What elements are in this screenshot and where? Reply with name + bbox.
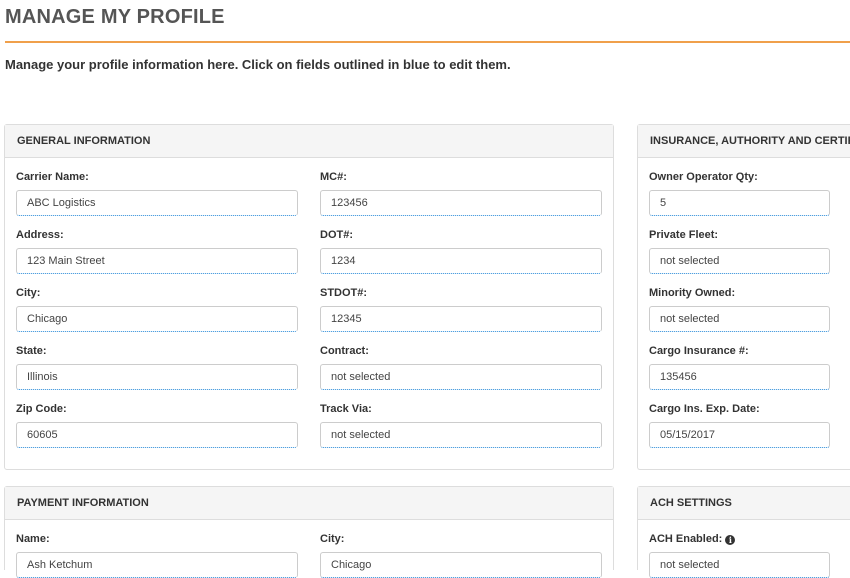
dot-number-field: DOT#: 1234: [320, 228, 602, 274]
carrier-name-field: Carrier Name: ABC Logistics: [16, 170, 298, 216]
payment-city-field: City: Chicago: [320, 532, 602, 578]
payment-name-field: Name: Ash Ketchum: [16, 532, 298, 578]
cargo-insurance-input[interactable]: 135456: [649, 364, 830, 390]
ach-settings-panel: ACH SETTINGS ACH Enabled: i not selected: [637, 486, 850, 578]
ach-enabled-field: ACH Enabled: i not selected: [649, 532, 830, 578]
ach-enabled-select[interactable]: not selected: [649, 552, 830, 578]
state-input[interactable]: Illinois: [16, 364, 298, 390]
city-input[interactable]: Chicago: [16, 306, 298, 332]
carrier-name-input[interactable]: ABC Logistics: [16, 190, 298, 216]
city-field: City: Chicago: [16, 286, 298, 332]
panel-heading: PAYMENT INFORMATION: [5, 487, 613, 520]
cargo-insurance-field: Cargo Insurance #: 135456: [649, 344, 830, 390]
field-label: ACH Enabled: i: [649, 532, 830, 546]
field-label: Cargo Insurance #:: [649, 345, 749, 357]
address-field: Address: 123 Main Street: [16, 228, 298, 274]
state-field: State: Illinois: [16, 344, 298, 390]
field-label: STDOT#:: [320, 287, 368, 299]
field-label: State:: [16, 345, 47, 357]
field-label: Carrier Name:: [16, 171, 89, 183]
minority-owned-field: Minority Owned: not selected: [649, 286, 830, 332]
panel-heading: GENERAL INFORMATION: [5, 125, 613, 158]
minority-owned-select[interactable]: not selected: [649, 306, 830, 332]
owner-operator-qty-field: Owner Operator Qty: 5: [649, 170, 830, 216]
track-via-field: Track Via: not selected: [320, 402, 602, 448]
panel-heading: INSURANCE, AUTHORITY AND CERTIF: [638, 125, 850, 158]
zip-code-field: Zip Code: 60605: [16, 402, 298, 448]
address-input[interactable]: 123 Main Street: [16, 248, 298, 274]
field-label: Track Via:: [320, 403, 372, 415]
info-icon[interactable]: i: [725, 535, 736, 545]
payment-city-input[interactable]: Chicago: [320, 552, 602, 578]
panel-heading: ACH SETTINGS: [638, 487, 850, 520]
field-label: Minority Owned:: [649, 287, 736, 299]
payment-name-input[interactable]: Ash Ketchum: [16, 552, 298, 578]
field-label: DOT#:: [320, 229, 353, 241]
stdot-number-field: STDOT#: 12345: [320, 286, 602, 332]
field-label: Owner Operator Qty:: [649, 171, 758, 183]
field-label: City:: [16, 287, 41, 299]
title-divider: [5, 41, 850, 43]
zip-code-input[interactable]: 60605: [16, 422, 298, 448]
payment-information-panel: PAYMENT INFORMATION Name: Ash Ketchum Ci…: [4, 486, 614, 578]
cargo-ins-exp-date-input[interactable]: 05/15/2017: [649, 422, 830, 448]
cargo-ins-exp-date-field: Cargo Ins. Exp. Date: 05/15/2017: [649, 402, 830, 448]
field-label: City:: [320, 533, 345, 545]
owner-operator-qty-input[interactable]: 5: [649, 190, 830, 216]
field-label: Name:: [16, 533, 50, 545]
field-label: MC#:: [320, 171, 347, 183]
dot-number-input[interactable]: 1234: [320, 248, 602, 274]
insurance-authority-panel: INSURANCE, AUTHORITY AND CERTIF Owner Op…: [637, 124, 850, 470]
field-label: Private Fleet:: [649, 229, 719, 241]
ach-enabled-label: ACH Enabled:: [649, 533, 723, 545]
field-label: Address:: [16, 229, 64, 241]
private-fleet-field: Private Fleet: not selected: [649, 228, 830, 274]
contract-select[interactable]: not selected: [320, 364, 602, 390]
page-title: MANAGE MY PROFILE: [5, 6, 225, 28]
field-label: Contract:: [320, 345, 369, 357]
general-information-panel: GENERAL INFORMATION Carrier Name: ABC Lo…: [4, 124, 614, 470]
page-intro: Manage your profile information here. Cl…: [5, 57, 511, 72]
field-label: Zip Code:: [16, 403, 67, 415]
track-via-select[interactable]: not selected: [320, 422, 602, 448]
private-fleet-select[interactable]: not selected: [649, 248, 830, 274]
field-label: Cargo Ins. Exp. Date:: [649, 403, 760, 415]
mc-number-field: MC#: 123456: [320, 170, 602, 216]
mc-number-input[interactable]: 123456: [320, 190, 602, 216]
stdot-number-input[interactable]: 12345: [320, 306, 602, 332]
contract-field: Contract: not selected: [320, 344, 602, 390]
